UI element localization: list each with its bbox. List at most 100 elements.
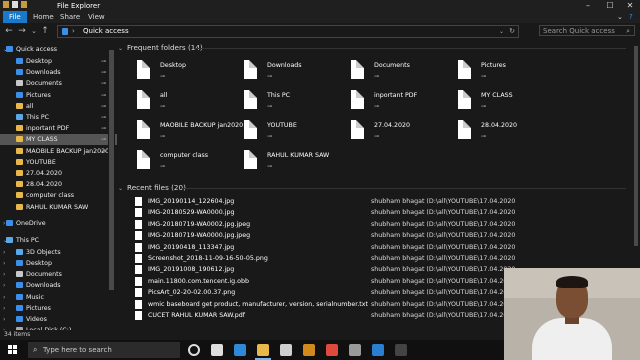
up-button[interactable]: ↑ — [40, 25, 50, 37]
recent-file-row[interactable]: Screenshot_2018-11-09-16-50-05.png shubha… — [131, 253, 601, 264]
recent-file-row[interactable]: IMG_20190418_113347.jpg shubham bhagat (D… — [131, 242, 601, 253]
sidebar-item[interactable]: ⌄Quick access — [0, 44, 117, 55]
sidebar-item[interactable]: Downloads ⊸ — [0, 67, 117, 78]
recent-locations-button[interactable]: ⌄ — [29, 25, 39, 37]
file-explorer-icon[interactable] — [255, 344, 271, 360]
chevron-right-icon[interactable]: › — [3, 280, 5, 291]
frequent-folder-tile[interactable]: Pictures ⊸ — [441, 60, 541, 88]
pictures-icon — [16, 91, 23, 98]
sidebar-item[interactable]: This PC ⊸ — [0, 112, 117, 123]
sidebar-item[interactable]: all ⊸ — [0, 101, 117, 112]
new-folder-icon[interactable] — [21, 1, 27, 8]
sidebar-item[interactable]: YOUTUBE — [0, 157, 117, 168]
frequent-folder-tile[interactable]: inportant PDF ⊸ — [334, 90, 434, 118]
sidebar-item[interactable]: inportant PDF ⊸ — [0, 123, 117, 134]
address-dropdown-icon[interactable]: ⌄ — [499, 26, 504, 37]
recent-file-row[interactable]: IMG_20190114_122604.jpg shubham bhagat (D… — [131, 196, 601, 207]
pin-icon[interactable]: ⊸ — [101, 78, 106, 89]
sidebar-item[interactable]: 27.04.2020 — [0, 168, 117, 179]
store-icon[interactable] — [280, 344, 292, 356]
frequent-folder-tile[interactable]: MY CLASS ⊸ — [441, 90, 541, 118]
sidebar-item[interactable]: › Desktop — [0, 258, 117, 269]
frequent-folder-tile[interactable]: YOUTUBE ⊸ — [227, 120, 327, 148]
sidebar-item[interactable]: › Documents — [0, 269, 117, 280]
pin-icon[interactable]: ⊸ — [101, 134, 106, 145]
content-scroll-thumb[interactable] — [634, 46, 638, 246]
pin-icon[interactable]: ⊸ — [101, 123, 106, 134]
close-button[interactable]: ✕ — [620, 0, 640, 11]
frequent-folder-tile[interactable]: computer class ⊸ — [120, 150, 220, 178]
search-input[interactable]: Search Quick access ⌕ — [539, 25, 635, 36]
pin-icon[interactable]: ⊸ — [101, 112, 106, 123]
pin-icon[interactable]: ⊸ — [101, 56, 106, 67]
frequent-folder-tile[interactable]: all ⊸ — [120, 90, 220, 118]
address-bar[interactable]: › Quick access ⌄ ↻ — [57, 25, 519, 38]
cube-icon — [16, 248, 23, 255]
recent-files-header[interactable]: ⌄ Recent files (20) — [118, 183, 186, 192]
frequent-folder-tile[interactable]: Downloads ⊸ — [227, 60, 327, 88]
recent-file-row[interactable]: IMG-20180719-WA0002.jpg.jpeg shubham bhag… — [131, 219, 601, 230]
tab-file[interactable]: File — [3, 11, 27, 23]
minimize-button[interactable]: – — [578, 0, 598, 11]
sidebar-item[interactable]: MAOBILE BACKUP jan2020 ⊸ — [0, 146, 117, 157]
frequent-folder-tile[interactable]: This PC ⊸ — [227, 90, 327, 118]
back-button[interactable]: ← — [4, 25, 14, 37]
folder-icon — [16, 192, 23, 199]
properties-icon[interactable] — [12, 1, 18, 8]
mail-icon[interactable] — [303, 344, 315, 356]
maximize-button[interactable]: ☐ — [600, 0, 620, 11]
pin-icon[interactable]: ⊸ — [101, 90, 106, 101]
sidebar-item[interactable]: › Downloads — [0, 280, 117, 291]
sidebar-item[interactable]: ⌄This PC — [0, 235, 117, 246]
chevron-right-icon[interactable]: › — [3, 292, 5, 303]
recent-file-row[interactable]: IMG-20180719-WA0000.jpg.jpeg shubham bhag… — [131, 230, 601, 241]
sidebar-item-label: MY CLASS — [26, 136, 58, 144]
breadcrumb-separator[interactable]: › — [72, 26, 75, 37]
sidebar-item[interactable]: Desktop ⊸ — [0, 56, 117, 67]
taskbar-search-box[interactable]: ⌕ Type here to search — [28, 342, 180, 358]
chrome-icon[interactable] — [326, 344, 338, 356]
tab-view[interactable]: View — [82, 11, 111, 23]
edge-icon[interactable] — [234, 344, 246, 356]
sidebar-item[interactable]: › 3D Objects — [0, 247, 117, 258]
cortana-icon[interactable] — [188, 344, 200, 356]
frequent-folder-tile[interactable]: MAOBILE BACKUP jan2020 ⊸ — [120, 120, 243, 148]
frequent-folder-tile[interactable]: Desktop ⊸ — [120, 60, 220, 88]
sidebar-item[interactable]: MY CLASS ⊸ — [0, 134, 117, 146]
sidebar-item[interactable]: › Pictures — [0, 303, 117, 314]
folder-name: MY CLASS — [481, 92, 513, 99]
frequent-folder-tile[interactable]: RAHUL KUMAR SAW ⊸ — [227, 150, 329, 178]
refresh-button[interactable]: ↻ — [509, 26, 515, 37]
sidebar-item[interactable]: Pictures ⊸ — [0, 90, 117, 101]
sidebar-item[interactable]: › Videos — [0, 314, 117, 325]
photos-icon[interactable] — [372, 344, 384, 356]
sidebar-item[interactable]: › OneDrive — [0, 218, 117, 229]
sidebar-item[interactable]: RAHUL KUMAR SAW — [0, 202, 117, 213]
windows-start-icon[interactable] — [8, 345, 18, 355]
sidebar-item[interactable]: Documents ⊸ — [0, 78, 117, 89]
sidebar-item[interactable]: computer class — [0, 190, 117, 201]
help-icon[interactable]: ? — [623, 11, 639, 23]
pin-icon[interactable]: ⊸ — [101, 101, 106, 112]
chevron-right-icon[interactable]: › — [3, 247, 5, 258]
chevron-right-icon[interactable]: › — [3, 303, 5, 314]
frequent-folder-tile[interactable]: Documents ⊸ — [334, 60, 434, 88]
chevron-right-icon[interactable]: › — [3, 258, 5, 269]
sidebar-item[interactable]: › Music — [0, 292, 117, 303]
settings-icon[interactable] — [349, 344, 361, 356]
sidebar-item[interactable]: 28.04.2020 — [0, 179, 117, 190]
chevron-right-icon[interactable]: › — [3, 314, 5, 325]
breadcrumb-location[interactable]: Quick access — [83, 26, 129, 37]
frequent-folder-tile[interactable]: 27.04.2020 ⊸ — [334, 120, 434, 148]
frequent-folders-header[interactable]: ⌄ Frequent folders (14) — [118, 43, 203, 52]
task-view-icon[interactable] — [211, 344, 223, 356]
recent-file-row[interactable]: IMG-20180529-WA0000.jpg shubham bhagat (D… — [131, 207, 601, 218]
pin-icon[interactable]: ⊸ — [101, 67, 106, 78]
sidebar-scroll-thumb[interactable] — [109, 50, 114, 290]
pin-icon[interactable]: ⊸ — [101, 146, 106, 157]
sidebar-scrollbar[interactable] — [108, 44, 115, 330]
chevron-right-icon[interactable]: › — [3, 269, 5, 280]
frequent-folder-tile[interactable]: 28.04.2020 ⊸ — [441, 120, 541, 148]
forward-button[interactable]: → — [17, 25, 27, 37]
terminal-icon[interactable] — [395, 344, 407, 356]
